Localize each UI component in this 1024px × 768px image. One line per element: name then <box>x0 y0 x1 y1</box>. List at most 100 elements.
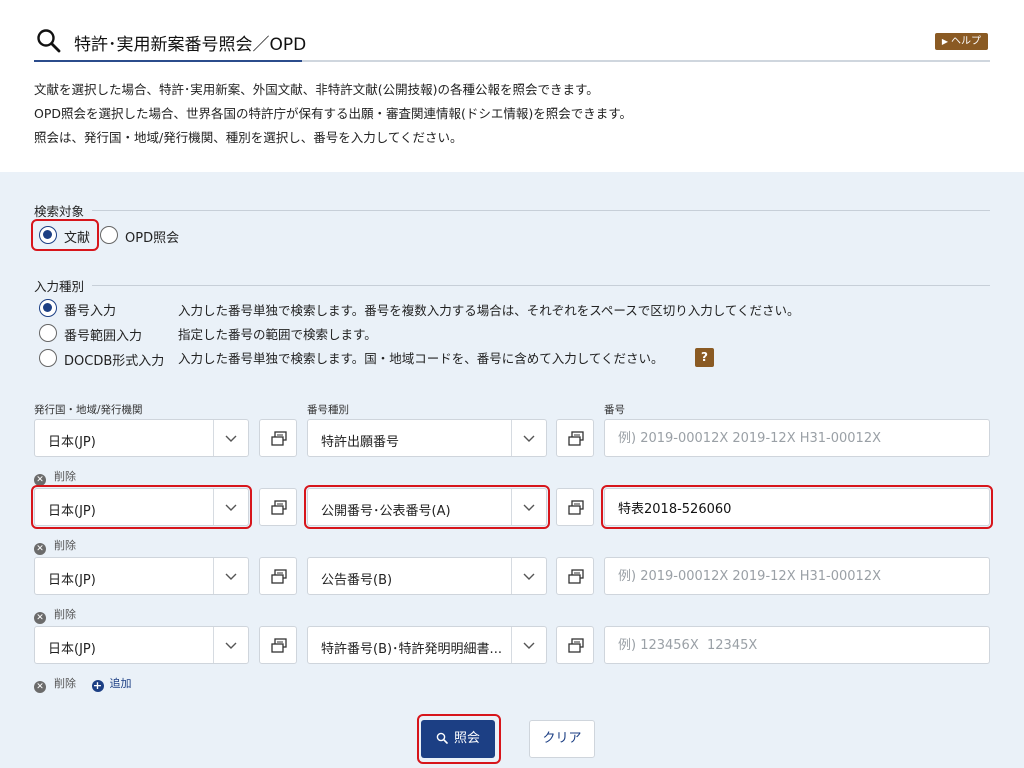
select-separator <box>511 558 512 594</box>
col-country-header: 発行国・地域/発行機関 <box>34 404 143 416</box>
play-icon: ▶ <box>941 37 948 46</box>
delete-label: 削除 <box>54 608 76 621</box>
copy-country-button[interactable] <box>259 488 297 526</box>
copy-kind-button[interactable] <box>556 557 594 595</box>
chevron-down-icon <box>225 642 237 649</box>
select-separator <box>213 420 214 456</box>
add-row-button[interactable]: + 追加 <box>80 677 132 692</box>
radio-document[interactable] <box>39 226 57 244</box>
row-actions: ✕ 削除 + 追加 <box>34 675 132 693</box>
country-select-value: 日本(JP) <box>48 504 96 519</box>
search-icon <box>37 29 61 53</box>
country-select[interactable]: 日本(JP) <box>34 488 249 526</box>
kind-select[interactable]: 公開番号･公表番号(A) <box>307 488 547 526</box>
divider <box>92 285 990 286</box>
number-input[interactable] <box>604 626 990 664</box>
radio-range-input-label[interactable]: 番号範囲入力 <box>64 325 142 344</box>
clear-button[interactable]: クリア <box>529 720 595 758</box>
description-line: OPD照会を選択した場合、世界各国の特許庁が保有する出願・審査関連情報(ドシエ情… <box>34 106 633 121</box>
copy-icon <box>271 569 287 584</box>
description-line: 照会は、発行国・地域/発行機関、種別を選択し、番号を入力してください。 <box>34 130 463 145</box>
copy-country-button[interactable] <box>259 626 297 664</box>
chevron-down-icon <box>523 573 535 580</box>
country-select[interactable]: 日本(JP) <box>34 557 249 595</box>
kind-select-value: 公告番号(B) <box>321 573 393 588</box>
help-label: ヘルプ <box>951 36 981 47</box>
col-kind-header: 番号種別 <box>307 404 349 416</box>
kind-select[interactable]: 特許出願番号 <box>307 419 547 457</box>
select-separator <box>213 558 214 594</box>
search-target-label: 検索対象 <box>34 204 85 219</box>
country-select-value: 日本(JP) <box>48 642 96 657</box>
title-underline <box>34 60 302 62</box>
delete-icon: ✕ <box>34 474 46 486</box>
copy-icon <box>271 500 287 515</box>
select-separator <box>213 627 214 663</box>
delete-row-button[interactable]: ✕ 削除 <box>34 606 76 624</box>
delete-row-button[interactable]: ✕ 削除 <box>34 537 76 555</box>
copy-kind-button[interactable] <box>556 626 594 664</box>
select-separator <box>213 489 214 525</box>
help-question-icon[interactable]: ? <box>695 348 714 367</box>
select-separator <box>511 627 512 663</box>
copy-icon <box>568 569 584 584</box>
radio-docdb-input-label[interactable]: DOCDB形式入力 <box>64 350 164 369</box>
chevron-down-icon <box>225 435 237 442</box>
copy-icon <box>271 431 287 446</box>
select-separator <box>511 489 512 525</box>
add-label: 追加 <box>109 677 132 690</box>
header-area: 特許･実用新案番号照会／OPD ▶ ヘルプ 文献を選択した場合、特許･実用新案、外… <box>0 0 1024 172</box>
search-icon <box>436 732 448 744</box>
chevron-down-icon <box>225 504 237 511</box>
kind-select-value: 特許番号(B)･特許発明明細書... <box>321 642 502 657</box>
range-input-desc: 指定した番号の範囲で検索します。 <box>178 327 377 342</box>
delete-icon: ✕ <box>34 612 46 624</box>
chevron-down-icon <box>225 573 237 580</box>
col-number-header: 番号 <box>604 404 625 416</box>
delete-label: 削除 <box>54 677 76 690</box>
delete-row-button[interactable]: ✕ 削除 <box>34 677 76 693</box>
chevron-down-icon <box>523 435 535 442</box>
number-input[interactable] <box>604 488 990 526</box>
plus-icon: + <box>91 679 104 692</box>
radio-document-label[interactable]: 文献 <box>64 227 90 246</box>
copy-icon <box>568 500 584 515</box>
copy-icon <box>568 638 584 653</box>
copy-kind-button[interactable] <box>556 488 594 526</box>
delete-label: 削除 <box>54 470 76 483</box>
radio-opd-label[interactable]: OPD照会 <box>125 227 179 246</box>
number-input[interactable] <box>604 557 990 595</box>
kind-select[interactable]: 公告番号(B) <box>307 557 547 595</box>
copy-country-button[interactable] <box>259 419 297 457</box>
search-button[interactable]: 照会 <box>421 720 495 758</box>
divider <box>92 210 990 211</box>
docdb-input-desc: 入力した番号単独で検索します。国・地域コードを、番号に含めて入力してください。 <box>178 351 664 366</box>
input-type-label: 入力種別 <box>34 279 85 294</box>
description-line: 文献を選択した場合、特許･実用新案、外国文献、非特許文献(公開技報)の各種公報を… <box>34 82 599 97</box>
copy-icon <box>271 638 287 653</box>
radio-number-input-label[interactable]: 番号入力 <box>64 300 116 319</box>
number-input[interactable] <box>604 419 990 457</box>
country-select-value: 日本(JP) <box>48 435 96 450</box>
help-button[interactable]: ▶ ヘルプ <box>934 33 988 50</box>
copy-icon <box>568 431 584 446</box>
country-select-value: 日本(JP) <box>48 573 96 588</box>
kind-select-value: 特許出願番号 <box>321 435 400 450</box>
chevron-down-icon <box>523 504 535 511</box>
search-button-label: 照会 <box>453 731 480 746</box>
radio-opd[interactable] <box>100 226 118 244</box>
page-title: 特許･実用新案番号照会／OPD <box>74 35 307 55</box>
copy-country-button[interactable] <box>259 557 297 595</box>
delete-icon: ✕ <box>34 543 46 555</box>
copy-kind-button[interactable] <box>556 419 594 457</box>
description: 文献を選択した場合、特許･実用新案、外国文献、非特許文献(公開技報)の各種公報を… <box>34 78 632 150</box>
kind-select[interactable]: 特許番号(B)･特許発明明細書... <box>307 626 547 664</box>
radio-range-input[interactable] <box>39 324 57 342</box>
chevron-down-icon <box>523 642 535 649</box>
country-select[interactable]: 日本(JP) <box>34 419 249 457</box>
radio-number-input[interactable] <box>39 299 57 317</box>
delete-icon: ✕ <box>34 681 46 693</box>
delete-row-button[interactable]: ✕ 削除 <box>34 468 76 486</box>
country-select[interactable]: 日本(JP) <box>34 626 249 664</box>
radio-docdb-input[interactable] <box>39 349 57 367</box>
